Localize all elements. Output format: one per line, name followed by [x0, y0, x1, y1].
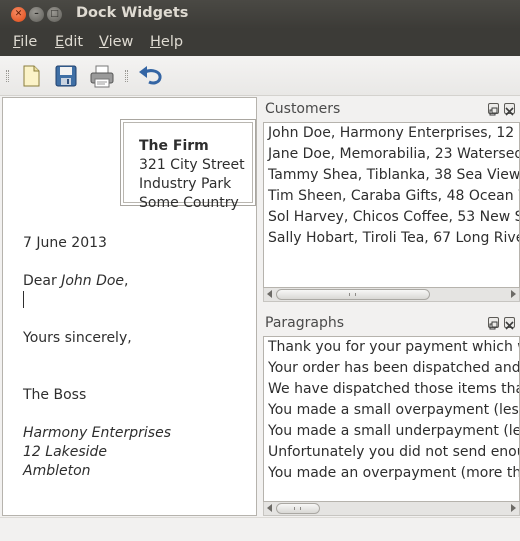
title-bar: ✕ – □ Dock Widgets	[0, 0, 520, 29]
paragraphs-close-button[interactable]	[504, 317, 515, 330]
minimize-window-button[interactable]: –	[29, 7, 44, 22]
list-item[interactable]: You made a small underpayment (less	[264, 421, 519, 442]
save-icon	[55, 65, 77, 87]
list-item[interactable]: Jane Doe, Memorabilia, 23 Watersedg	[264, 144, 519, 165]
salutation-name: John Doe	[61, 273, 125, 289]
close-icon	[505, 321, 514, 330]
closing: Yours sincerely,	[23, 330, 132, 346]
list-item[interactable]: Sol Harvey, Chicos Coffee, 53 New Spr	[264, 207, 519, 228]
list-item[interactable]: You made an overpayment (more tha	[264, 463, 519, 484]
customers-horizontal-scrollbar[interactable]	[263, 288, 520, 302]
menu-view-label: iew	[108, 34, 134, 50]
menu-file-label: ile	[20, 34, 38, 50]
thumb-grip	[294, 507, 301, 510]
print-button[interactable]	[89, 63, 115, 89]
undo-icon	[139, 66, 162, 85]
menu-help-label: elp	[160, 34, 184, 50]
scroll-left-icon[interactable]	[267, 290, 272, 298]
list-item[interactable]: Sally Hobart, Tiroli Tea, 67 Long River,	[264, 228, 519, 249]
menu-help[interactable]: Help	[150, 34, 183, 50]
list-item[interactable]: John Doe, Harmony Enterprises, 12 La	[264, 123, 519, 144]
scroll-left-icon[interactable]	[267, 504, 272, 512]
toolbar-handle[interactable]	[6, 70, 9, 82]
sender-address-frame: The Firm 321 City Street Industry Park S…	[120, 119, 256, 211]
menu-view-mnemonic: V	[99, 34, 109, 50]
new-letter-button[interactable]	[18, 63, 44, 89]
text-cursor	[23, 291, 24, 308]
letter-date: 7 June 2013	[23, 235, 107, 251]
recipient-company: Harmony Enterprises	[23, 425, 171, 441]
menu-edit-label: dit	[64, 34, 84, 50]
scroll-right-icon[interactable]	[511, 504, 516, 512]
menu-help-mnemonic: H	[150, 34, 161, 50]
sender-area: Industry Park	[139, 176, 232, 192]
new-letter-icon	[23, 65, 40, 87]
list-item[interactable]: Your order has been dispatched and s	[264, 358, 519, 379]
customers-dock-title[interactable]: Customers	[265, 101, 340, 117]
menu-edit-mnemonic: E	[55, 34, 65, 50]
scrollbar-thumb[interactable]	[276, 503, 320, 514]
close-icon	[505, 107, 514, 116]
toolbar	[0, 56, 520, 96]
customers-dock: Customers John Doe, Harmony Enterprises,…	[262, 99, 520, 305]
paragraphs-horizontal-scrollbar[interactable]	[263, 502, 520, 516]
customers-list[interactable]: John Doe, Harmony Enterprises, 12 La Jan…	[263, 122, 520, 288]
menu-view[interactable]: View	[99, 34, 133, 50]
maximize-window-button[interactable]: □	[47, 7, 62, 22]
sender-company: The Firm	[139, 138, 209, 154]
recipient-city: Ambleton	[23, 463, 91, 479]
thumb-grip	[349, 293, 356, 296]
print-icon	[90, 65, 114, 88]
menu-file[interactable]: File	[13, 34, 37, 50]
paragraphs-float-button[interactable]	[488, 317, 499, 330]
window-title: Dock Widgets	[76, 5, 189, 21]
signature: The Boss	[23, 387, 87, 403]
list-item[interactable]: Tim Sheen, Caraba Gifts, 48 Ocean Wa	[264, 186, 519, 207]
list-item[interactable]: We have dispatched those items that	[264, 379, 519, 400]
float-icon	[489, 321, 498, 330]
save-button[interactable]	[53, 63, 79, 89]
toolbar-separator	[125, 70, 128, 82]
menu-bar: File Edit View Help	[0, 29, 520, 56]
list-item[interactable]: Thank you for your payment which we	[264, 337, 519, 358]
salutation-prefix: Dear	[23, 273, 62, 289]
scrollbar-thumb[interactable]	[276, 289, 430, 300]
scroll-right-icon[interactable]	[511, 290, 516, 298]
paragraphs-dock-title[interactable]: Paragraphs	[265, 315, 344, 331]
salutation: Dear John Doe,	[23, 273, 129, 289]
status-bar	[0, 517, 520, 541]
salutation-suffix: ,	[124, 273, 129, 289]
float-icon	[489, 107, 498, 116]
menu-edit[interactable]: Edit	[55, 34, 83, 50]
paragraphs-list[interactable]: Thank you for your payment which we Your…	[263, 336, 520, 502]
list-item[interactable]: You made a small overpayment (less	[264, 400, 519, 421]
paragraphs-dock: Paragraphs Thank you for your payment wh…	[262, 313, 520, 517]
letter-editor[interactable]: The Firm 321 City Street Industry Park S…	[2, 97, 257, 516]
undo-button[interactable]	[137, 63, 163, 89]
close-window-button[interactable]: ✕	[11, 7, 26, 22]
sender-street: 321 City Street	[139, 157, 245, 173]
sender-country: Some Country	[139, 195, 239, 211]
list-item[interactable]: Tammy Shea, Tiblanka, 38 Sea Views,	[264, 165, 519, 186]
recipient-street: 12 Lakeside	[23, 444, 108, 460]
list-item[interactable]: Unfortunately you did not send enoug	[264, 442, 519, 463]
customers-float-button[interactable]	[488, 103, 499, 116]
customers-close-button[interactable]	[504, 103, 515, 116]
